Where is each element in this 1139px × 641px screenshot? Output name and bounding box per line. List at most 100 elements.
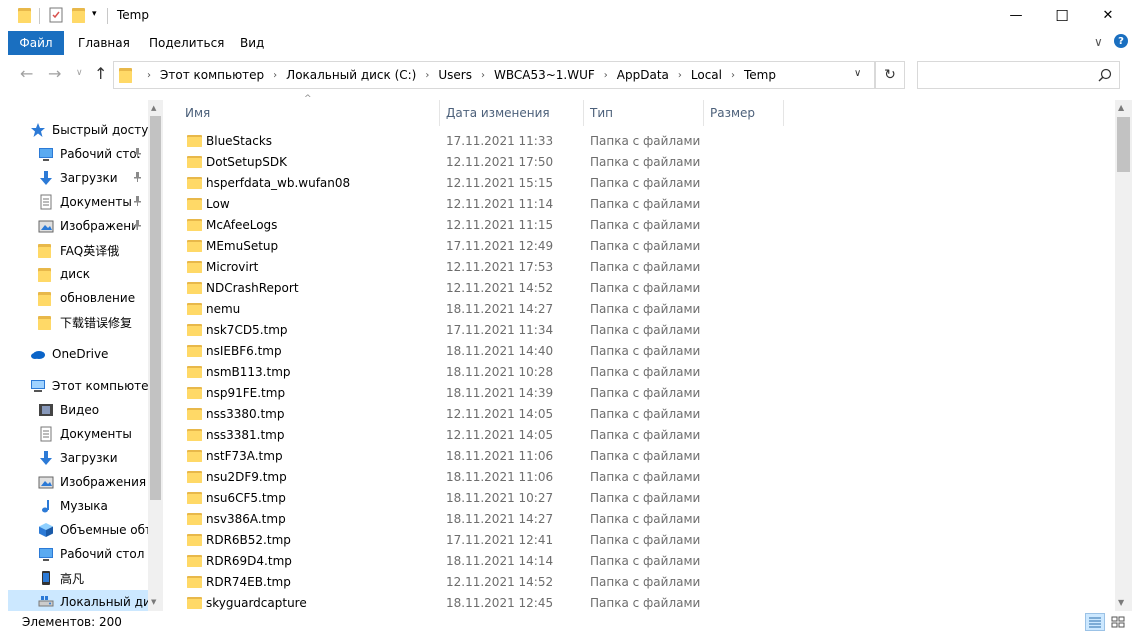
separator [107,8,108,24]
back-button[interactable]: ← [20,64,33,83]
breadcrumb: › Этот компьютер › Локальный диск (C:) ›… [138,62,776,88]
file-row[interactable]: nstF73A.tmp 18.11.2021 11:06 Папка с файла… [183,446,743,467]
sidebar-item[interactable]: Музыка [8,494,148,518]
customize-toolbar-icon[interactable]: ▾ [92,9,97,19]
forward-button[interactable]: → [48,64,61,83]
file-type: Папка с файлами [590,470,701,484]
breadcrumb-user[interactable]: WBCA53~1.WUF [494,68,595,82]
sidebar-item[interactable]: Загрузки [8,446,148,470]
file-row[interactable]: nsu6CF5.tmp 18.11.2021 10:27 Папка с файла… [183,488,743,509]
file-list-scrollbar[interactable] [1115,100,1132,611]
nav-scrollbar-thumb[interactable] [150,116,161,500]
breadcrumb-local-disk[interactable]: Локальный диск (C:) [286,68,416,82]
search-icon[interactable] [1098,68,1112,82]
tab-home[interactable]: Главная [78,36,130,50]
file-row[interactable]: nemu 18.11.2021 14:27 Папка с файлами [183,299,743,320]
sidebar-item[interactable]: Быстрый доступ [8,118,148,142]
sidebar-item[interactable]: Видео [8,398,148,422]
file-name: Microvirt [206,260,259,274]
properties-icon[interactable] [49,7,63,26]
breadcrumb-users[interactable]: Users [438,68,472,82]
sidebar-item[interactable]: Документы [8,190,148,214]
document-icon [38,194,54,210]
recent-locations-button[interactable]: ∨ [76,68,83,78]
file-row[interactable]: nsv386A.tmp 18.11.2021 14:27 Папка с файла… [183,509,743,530]
sidebar-item[interactable]: 高凡 [8,566,148,590]
file-list-scrollbar-thumb[interactable] [1117,117,1130,172]
nav-scroll-up-icon[interactable]: ▲ [151,104,156,112]
sidebar-item-label: 高凡 [60,571,85,586]
file-row[interactable]: nsIEBF6.tmp 18.11.2021 14:40 Папка с файла… [183,341,743,362]
help-icon[interactable]: ? [1114,34,1128,48]
up-button[interactable]: ↑ [94,64,107,83]
breadcrumb-separator[interactable]: › [273,70,277,81]
file-row[interactable]: nss3380.tmp 12.11.2021 14:05 Папка с файла… [183,404,743,425]
details-view-button[interactable] [1085,613,1105,631]
expand-ribbon-icon[interactable]: ∨ [1094,35,1103,49]
breadcrumb-separator[interactable]: › [425,70,429,81]
scroll-down-icon[interactable]: ▼ [1118,598,1124,607]
close-button[interactable]: ✕ [1085,0,1131,31]
sidebar-item[interactable]: Загрузки [8,166,148,190]
search-box[interactable] [917,61,1120,89]
file-row[interactable]: RDR74EB.tmp 12.11.2021 14:52 Папка с файла… [183,572,743,593]
sidebar-item[interactable]: Локальный дис [8,590,148,611]
minimize-button[interactable]: — [993,0,1039,31]
sidebar-item[interactable]: Изображени [8,214,148,238]
breadcrumb-this-pc[interactable]: Этот компьютер [160,68,264,82]
file-row[interactable]: nsk7CD5.tmp 17.11.2021 11:34 Папка с файла… [183,320,743,341]
sidebar-item[interactable]: Этот компьютер [8,374,148,398]
folder-icon [187,323,202,336]
breadcrumb-temp[interactable]: Temp [744,68,776,82]
file-row[interactable]: Low 12.11.2021 11:14 Папка с файлами [183,194,743,215]
breadcrumb-separator[interactable]: › [147,70,151,81]
address-dropdown-icon[interactable]: ∨ [854,68,861,79]
refresh-button[interactable]: ↻ [875,61,905,89]
scroll-up-icon[interactable]: ▲ [1118,103,1124,112]
sidebar-item[interactable]: FAQ英译俄 [8,238,148,262]
file-row[interactable]: nss3381.tmp 12.11.2021 14:05 Папка с файла… [183,425,743,446]
file-row[interactable]: RDR6B52.tmp 17.11.2021 12:41 Папка с файла… [183,530,743,551]
breadcrumb-separator[interactable]: › [678,70,682,81]
sidebar-item[interactable]: диск [8,262,148,286]
sidebar-item[interactable]: OneDrive [8,342,148,366]
file-row[interactable]: BlueStacks 17.11.2021 11:33 Папка с файлам… [183,131,743,152]
sidebar-item[interactable]: Документы [8,422,148,446]
file-row[interactable]: RDR69D4.tmp 18.11.2021 14:14 Папка с файла… [183,551,743,572]
file-row[interactable]: NDCrashReport 12.11.2021 14:52 Папка с фай… [183,278,743,299]
file-type: Папка с файлами [590,407,701,421]
file-row[interactable]: skyguardcapture 18.11.2021 12:45 Папка с ф… [183,593,743,611]
file-row[interactable]: MEmuSetup 17.11.2021 12:49 Папка с файлами [183,236,743,257]
breadcrumb-separator[interactable]: › [604,70,608,81]
column-header-name[interactable]: Имя [179,100,440,126]
breadcrumb-separator[interactable]: › [731,70,735,81]
sidebar-item[interactable]: Изображения [8,470,148,494]
breadcrumb-appdata[interactable]: AppData [617,68,669,82]
column-header-type[interactable]: Тип [584,100,704,126]
file-row[interactable]: hsperfdata_wb.wufan08 12.11.2021 15:15 Пап… [183,173,743,194]
column-header-date[interactable]: Дата изменения [440,100,584,126]
maximize-button[interactable]: ☐ [1039,0,1085,31]
large-icons-view-button[interactable] [1108,613,1128,631]
column-header-size[interactable]: Размер [704,100,784,126]
file-row[interactable]: DotSetupSDK 12.11.2021 17:50 Папка с файла… [183,152,743,173]
file-row[interactable]: nsu2DF9.tmp 18.11.2021 11:06 Папка с файла… [183,467,743,488]
tab-file[interactable]: Файл [8,31,64,55]
sidebar-item[interactable]: 下载错误修复 [8,310,148,334]
breadcrumb-local[interactable]: Local [691,68,722,82]
nav-scroll-down-icon[interactable]: ▼ [151,598,156,606]
file-row[interactable]: McAfeeLogs 12.11.2021 11:15 Папка с файлам… [183,215,743,236]
tab-view[interactable]: Вид [240,36,264,50]
tab-share[interactable]: Поделиться [149,36,224,50]
search-input[interactable] [922,66,1092,84]
file-date: 12.11.2021 14:05 [446,428,554,442]
file-row[interactable]: Microvirt 12.11.2021 17:53 Папка с файлами [183,257,743,278]
file-row[interactable]: nsmB113.tmp 18.11.2021 10:28 Папка с файла… [183,362,743,383]
sidebar-item[interactable]: обновление [8,286,148,310]
address-bar[interactable]: › Этот компьютер › Локальный диск (C:) ›… [113,61,875,89]
sidebar-item[interactable]: Рабочий сто. [8,142,148,166]
breadcrumb-separator[interactable]: › [481,70,485,81]
file-row[interactable]: nsp91FE.tmp 18.11.2021 14:39 Папка с файла… [183,383,743,404]
sidebar-item[interactable]: Объемные объ [8,518,148,542]
sidebar-item[interactable]: Рабочий стол [8,542,148,566]
